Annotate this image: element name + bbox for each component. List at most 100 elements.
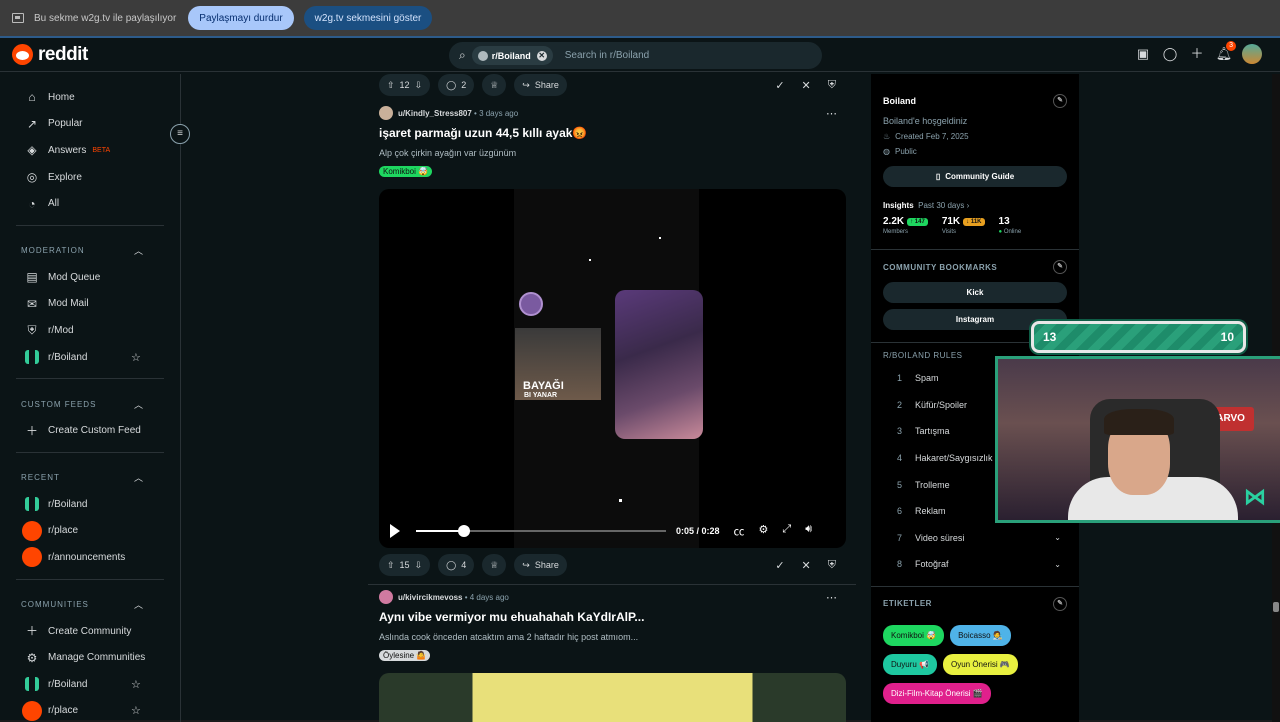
- moderation-section-header[interactable]: MODERATION︿: [0, 238, 180, 264]
- tag-chip[interactable]: Oyun Önerisi 🎮: [943, 654, 1018, 675]
- create-custom-feed[interactable]: ＋Create Custom Feed: [0, 417, 180, 444]
- chevron-down-icon[interactable]: ⌄: [1054, 533, 1061, 542]
- user-avatar[interactable]: [379, 590, 393, 604]
- post-flair[interactable]: Öylesine 🤷: [379, 650, 430, 661]
- share-button[interactable]: ↪Share: [514, 74, 567, 96]
- play-icon[interactable]: [390, 524, 400, 538]
- upvote-icon[interactable]: ⇧: [387, 560, 395, 571]
- edit-icon[interactable]: ✎: [1053, 597, 1067, 611]
- stop-sharing-button[interactable]: Paylaşmayı durdur: [188, 6, 293, 30]
- search-community-chip[interactable]: r/Boiland ✕: [472, 46, 553, 65]
- video-player[interactable]: BAYAĞI BI YANAR 0:05 / 0:28 ㏄ ⚙ ⤢ �: [379, 189, 846, 548]
- share-label: Share: [535, 80, 559, 90]
- downvote-icon[interactable]: ⇩: [415, 80, 423, 91]
- sidebar-item-mod-mail[interactable]: ✉Mod Mail: [0, 291, 180, 318]
- clear-chip-icon[interactable]: ✕: [537, 51, 547, 61]
- award-button[interactable]: ♕: [482, 74, 506, 96]
- approve-icon[interactable]: ✓: [775, 559, 784, 572]
- fullscreen-icon[interactable]: ⤢: [782, 523, 791, 539]
- captions-icon[interactable]: ㏄: [734, 523, 745, 539]
- search-input[interactable]: Search in r/Boiland: [565, 50, 650, 61]
- scrollbar-thumb[interactable]: [1273, 602, 1279, 612]
- sidebar-collapse-button[interactable]: ≡: [170, 124, 190, 144]
- sidebar-item-mod-queue[interactable]: ▤Mod Queue: [0, 264, 180, 291]
- insights-header[interactable]: Insights Past 30 days ›: [883, 201, 1067, 210]
- edit-icon[interactable]: ✎: [1053, 94, 1067, 108]
- sidebar-item-home[interactable]: ⌂Home: [0, 84, 180, 111]
- rule-item[interactable]: 7Video süresi⌄: [883, 525, 1067, 552]
- user-avatar[interactable]: [1242, 44, 1262, 64]
- user-avatar[interactable]: [379, 106, 393, 120]
- show-tab-button[interactable]: w2g.tv sekmesini göster: [304, 6, 433, 30]
- sidebar-item-all[interactable]: ◔All: [0, 190, 180, 217]
- bookmark-kick[interactable]: Kick: [883, 282, 1067, 303]
- recent-item-place[interactable]: r/place: [0, 518, 180, 545]
- mod-queue-icon: ▤: [25, 270, 39, 284]
- post-card[interactable]: u/kivircikmevoss • 4 days ago ⋯ Aynı vib…: [368, 589, 856, 722]
- scrubber-knob[interactable]: [458, 525, 470, 537]
- more-options-icon[interactable]: ⋯: [826, 107, 837, 120]
- advertise-icon[interactable]: ▣: [1134, 45, 1152, 63]
- sidebar-item-label: r/announcements: [48, 552, 125, 563]
- tag-chip[interactable]: Komikboi 🤯: [883, 625, 944, 646]
- post-flair[interactable]: Komikboi 🤯: [379, 166, 432, 177]
- remove-icon[interactable]: ✕: [802, 79, 811, 92]
- recent-item-boiland[interactable]: r/Boiland: [0, 491, 180, 518]
- comments-button[interactable]: ◯4: [438, 554, 474, 576]
- star-icon[interactable]: ☆: [131, 351, 141, 364]
- post-age: 3 days ago: [479, 109, 518, 118]
- community-guide-button[interactable]: ▯Community Guide: [883, 166, 1067, 187]
- chat-icon[interactable]: ◯: [1161, 45, 1179, 63]
- chevron-down-icon[interactable]: ⌄: [1054, 560, 1061, 569]
- share-button[interactable]: ↪Share: [514, 554, 567, 576]
- downvote-icon[interactable]: ⇩: [415, 560, 423, 571]
- post-image[interactable]: [379, 673, 846, 722]
- sidebar-item-boiland[interactable]: r/Boiland☆: [0, 344, 180, 371]
- post-card[interactable]: u/Kindly_Stress807 • 3 days ago ⋯ işaret…: [368, 105, 856, 576]
- post-author[interactable]: u/Kindly_Stress807: [398, 109, 472, 118]
- approve-icon[interactable]: ✓: [775, 79, 784, 92]
- created-date: Created Feb 7, 2025: [895, 132, 968, 141]
- custom-feeds-section-header[interactable]: CUSTOM FEEDS︿: [0, 391, 180, 417]
- search-bar[interactable]: ⌕ r/Boiland ✕ Search in r/Boiland: [449, 42, 822, 69]
- settings-icon[interactable]: ⚙: [759, 523, 769, 539]
- post-title[interactable]: işaret parmağı uzun 44,5 kıllı ayak😡: [379, 126, 845, 140]
- create-community[interactable]: ＋Create Community: [0, 618, 180, 645]
- tag-chip[interactable]: Boicasso 🧑‍🎨: [950, 625, 1011, 646]
- award-button[interactable]: ♕: [482, 554, 506, 576]
- create-post-icon[interactable]: ＋: [1188, 45, 1206, 63]
- post-author[interactable]: u/kivircikmevoss: [398, 593, 462, 602]
- video-scrubber[interactable]: [416, 530, 666, 532]
- notifications-icon[interactable]: 🔔︎3: [1215, 45, 1233, 63]
- vote-count: 12: [400, 80, 410, 90]
- comments-button[interactable]: ◯2: [438, 74, 474, 96]
- manage-communities[interactable]: ⚙Manage Communities: [0, 644, 180, 671]
- rule-item[interactable]: 8Fotoğraf⌄: [883, 551, 1067, 578]
- recent-item-announcements[interactable]: r/announcements: [0, 544, 180, 571]
- online-count: 13: [999, 216, 1022, 227]
- community-item-boiland[interactable]: r/Boiland☆: [0, 671, 180, 698]
- volume-icon[interactable]: 🔊︎: [805, 523, 812, 539]
- channel-logo-icon: ⋈: [1244, 484, 1274, 514]
- mod-shield-icon[interactable]: ⛨: [828, 79, 836, 92]
- post-title[interactable]: Aynı vibe vermiyor mu ehuahahah KaYdIrAl…: [379, 610, 845, 624]
- reddit-logo[interactable]: reddit: [12, 44, 88, 66]
- tag-chip[interactable]: Duyuru 📢: [883, 654, 937, 675]
- edit-icon[interactable]: ✎: [1053, 260, 1067, 274]
- communities-section-header[interactable]: COMMUNITIES︿: [0, 592, 180, 618]
- community-item-place[interactable]: r/place☆: [0, 698, 180, 722]
- mod-shield-icon[interactable]: ⛨: [828, 559, 836, 572]
- star-icon[interactable]: ☆: [131, 678, 141, 691]
- sidebar-item-answers[interactable]: ◈AnswersBETA: [0, 137, 180, 164]
- star-icon[interactable]: ☆: [131, 704, 141, 717]
- upvote-icon[interactable]: ⇧: [387, 80, 395, 91]
- sidebar-item-popular[interactable]: ↗Popular: [0, 111, 180, 138]
- more-options-icon[interactable]: ⋯: [826, 591, 837, 604]
- sparkle: [619, 499, 622, 502]
- remove-icon[interactable]: ✕: [802, 559, 811, 572]
- sidebar-item-r-mod[interactable]: ⛨r/Mod: [0, 317, 180, 344]
- recent-section-header[interactable]: RECENT︿: [0, 465, 180, 491]
- sidebar-item-explore[interactable]: ◎Explore: [0, 164, 180, 191]
- button-label: Community Guide: [945, 172, 1014, 181]
- tag-chip[interactable]: Dizi-Film-Kitap Önerisi 🎬: [883, 683, 991, 704]
